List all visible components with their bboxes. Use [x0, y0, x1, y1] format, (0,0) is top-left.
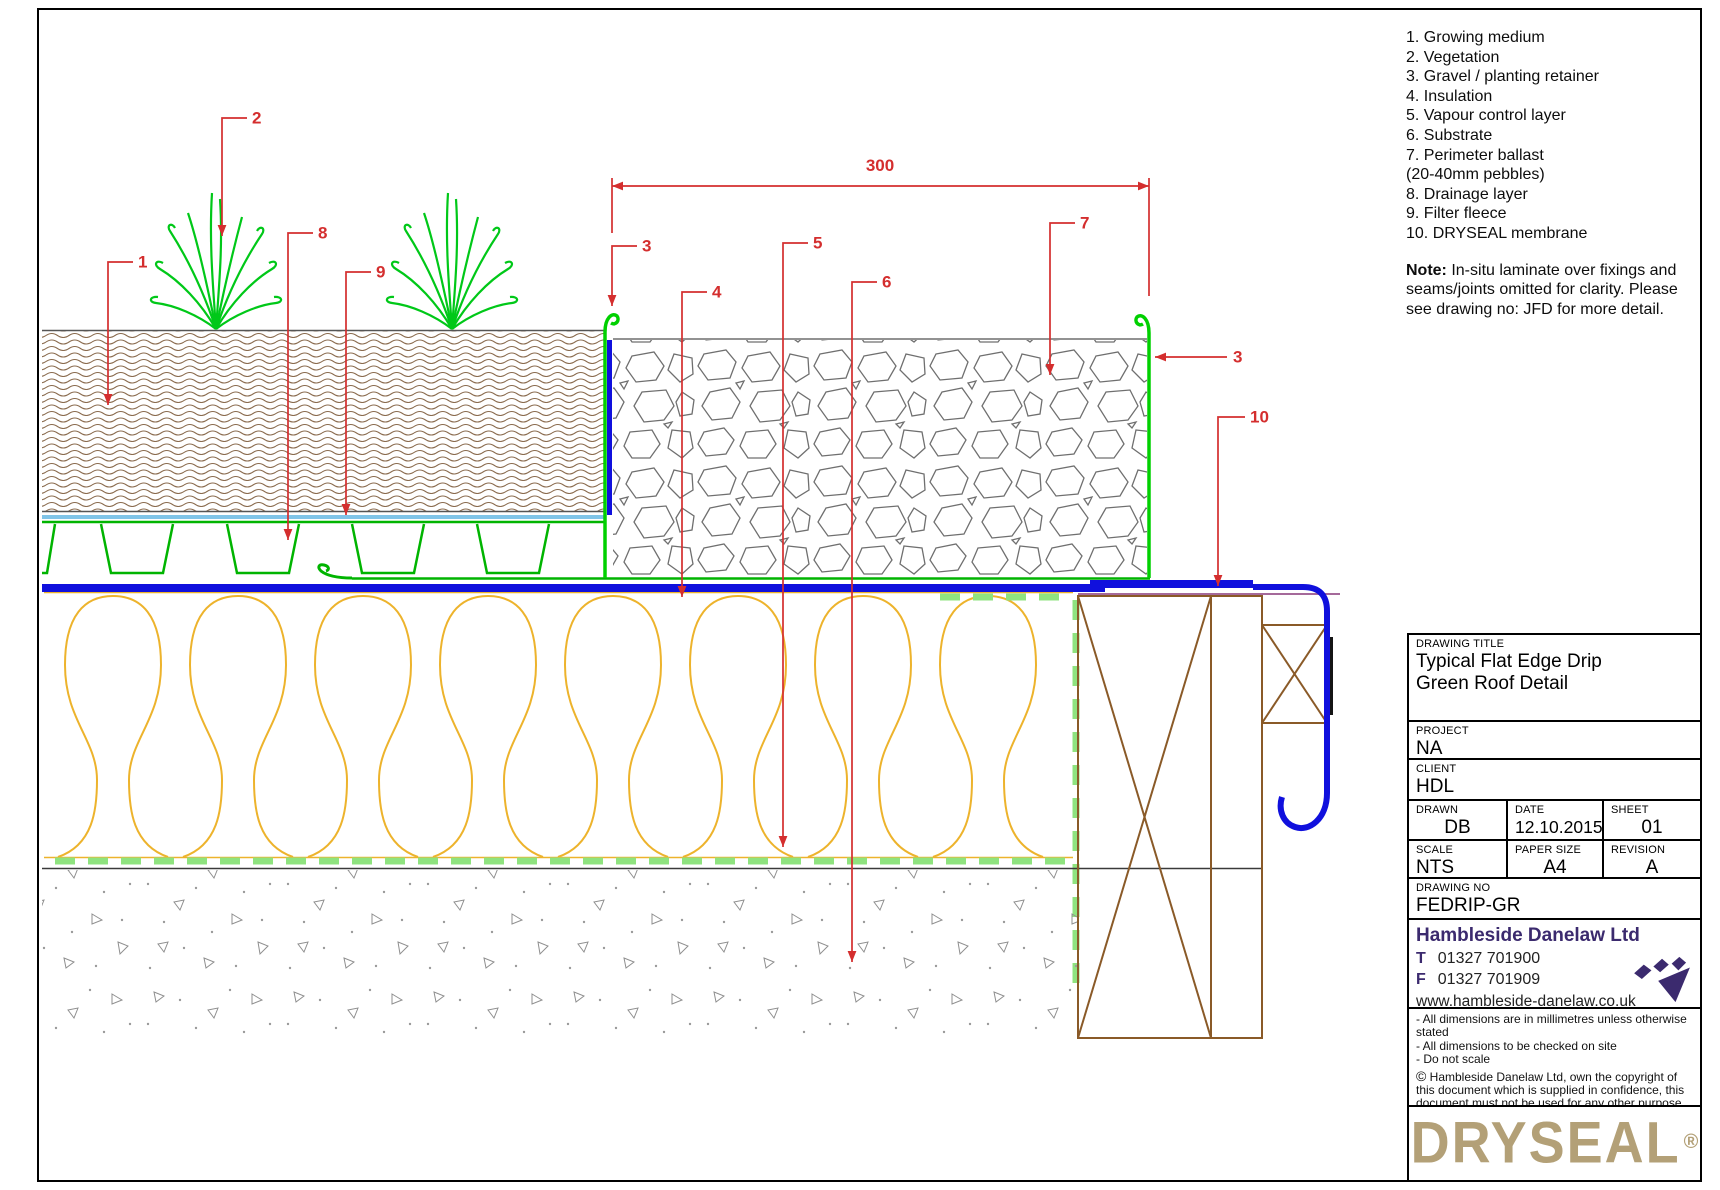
legend-item: 1. Growing medium — [1406, 28, 1698, 48]
disclaimer-line: - All dimensions to be checked on site — [1416, 1040, 1694, 1053]
leader-3-left — [612, 246, 637, 306]
drawing-title-line1: Typical Flat Edge Drip — [1409, 650, 1700, 673]
paper-size-value: A4 — [1508, 856, 1602, 879]
leader-10 — [1218, 417, 1245, 586]
fax-label: F — [1416, 971, 1426, 988]
date-label: DATE — [1508, 801, 1602, 816]
client-value: HDL — [1409, 775, 1700, 798]
project-label: PROJECT — [1409, 722, 1700, 737]
note-label: Note: — [1406, 262, 1447, 279]
legend-item: 2. Vegetation — [1406, 48, 1698, 68]
client-cell: CLIENT HDL — [1409, 760, 1700, 801]
project-value: NA — [1409, 737, 1700, 760]
company-cell: Hambleside Danelaw Ltd T 01327 701900 F 01… — [1409, 920, 1700, 1009]
drawn-value: DB — [1409, 816, 1506, 839]
dryseal-logo: DRYSEAL — [1411, 1110, 1681, 1175]
project-cell: PROJECT NA — [1409, 722, 1700, 760]
callout-1: 1 — [138, 253, 147, 272]
legend-item: (20-40mm pebbles) — [1406, 165, 1698, 185]
legend-item: 4. Insulation — [1406, 87, 1698, 107]
revision-label: REVISION — [1604, 841, 1700, 856]
drawing-no-cell: DRAWING NO FEDRIP-GR — [1409, 879, 1700, 920]
drawing-sheet: 1 2 8 9 3 4 5 6 7 10 3 300 1. Growing me… — [0, 0, 1720, 1190]
brand-cell: DRYSEAL ® — [1409, 1107, 1700, 1178]
client-label: CLIENT — [1409, 760, 1700, 775]
timber-kerb — [1078, 596, 1327, 1038]
callout-7: 7 — [1080, 214, 1089, 233]
callout-6: 6 — [882, 273, 891, 292]
copyright-text: Hambleside Danelaw Ltd, own the copyrigh… — [1416, 1070, 1684, 1107]
legend-note: Note: In-situ laminate over fixings and … — [1406, 261, 1698, 320]
revision-value: A — [1604, 856, 1700, 879]
note-text: In-situ laminate over fixings and seams/… — [1406, 262, 1678, 318]
drawing-title-cell: DRAWING TITLE Typical Flat Edge Drip Gre… — [1409, 635, 1700, 722]
legend-item: 3. Gravel / planting retainer — [1406, 67, 1698, 87]
date-value: 12.10.2015 — [1508, 816, 1602, 838]
callout-3-right: 3 — [1233, 348, 1242, 367]
callout-2: 2 — [252, 109, 261, 128]
registered-mark-icon: ® — [1684, 1131, 1699, 1154]
tel-number: 01327 701900 — [1438, 950, 1540, 967]
callout-10: 10 — [1250, 408, 1269, 427]
legend-item: 9. Filter fleece — [1406, 204, 1698, 224]
sheet-cell: SHEET 01 — [1604, 801, 1700, 839]
tel-label: T — [1416, 950, 1426, 967]
company-name: Hambleside Danelaw Ltd — [1409, 920, 1700, 947]
copyright-symbol: © — [1416, 1068, 1426, 1084]
insulation-hatch — [44, 593, 1073, 858]
callout-8: 8 — [318, 224, 327, 243]
sheet-label: SHEET — [1604, 801, 1700, 816]
disclaimer-line: - Do not scale — [1416, 1053, 1694, 1066]
perimeter-ballast — [613, 339, 1147, 577]
legend-item: 5. Vapour control layer — [1406, 106, 1698, 126]
disclaimer-cell: - All dimensions are in millimetres unle… — [1409, 1009, 1700, 1107]
callout-3: 3 — [642, 237, 651, 256]
sheet-value: 01 — [1604, 816, 1700, 839]
leader-2 — [222, 118, 247, 236]
drawn-cell: DRAWN DB — [1409, 801, 1508, 839]
callout-9: 9 — [376, 263, 385, 282]
callout-4: 4 — [712, 283, 722, 302]
dryseal-membrane — [42, 580, 1327, 828]
title-block: DRAWING TITLE Typical Flat Edge Drip Gre… — [1407, 633, 1702, 1182]
callout-5: 5 — [813, 234, 822, 253]
drawing-no-label: DRAWING NO — [1409, 879, 1700, 894]
date-cell: DATE 12.10.2015 — [1508, 801, 1604, 839]
disclaimer-line: - All dimensions are in millimetres unle… — [1416, 1013, 1694, 1040]
legend-item: 10. DRYSEAL membrane — [1406, 224, 1698, 244]
drawing-no-value: FEDRIP-GR — [1409, 894, 1700, 917]
membrane-upstand — [607, 340, 612, 515]
drawing-title-line2: Green Roof Detail — [1409, 673, 1700, 695]
revision-cell: REVISION A — [1604, 841, 1700, 877]
scale-value: NTS — [1409, 856, 1506, 879]
scale-label: SCALE — [1409, 841, 1506, 856]
legend: 1. Growing medium 2. Vegetation 3. Grave… — [1406, 28, 1698, 319]
hambleside-danelaw-logo-icon — [1632, 954, 1694, 1004]
drawing-title-label: DRAWING TITLE — [1409, 635, 1700, 650]
legend-item: 8. Drainage layer — [1406, 185, 1698, 205]
vegetation-plants — [151, 193, 517, 329]
growing-medium-hatch — [42, 331, 604, 512]
paper-size-label: PAPER SIZE — [1508, 841, 1602, 856]
dimension-value: 300 — [866, 156, 894, 175]
paper-size-cell: PAPER SIZE A4 — [1508, 841, 1604, 877]
legend-item: 6. Substrate — [1406, 126, 1698, 146]
legend-item: 7. Perimeter ballast — [1406, 146, 1698, 166]
drawn-label: DRAWN — [1409, 801, 1506, 816]
scale-cell: SCALE NTS — [1409, 841, 1508, 877]
fax-number: 01327 701909 — [1438, 971, 1540, 988]
